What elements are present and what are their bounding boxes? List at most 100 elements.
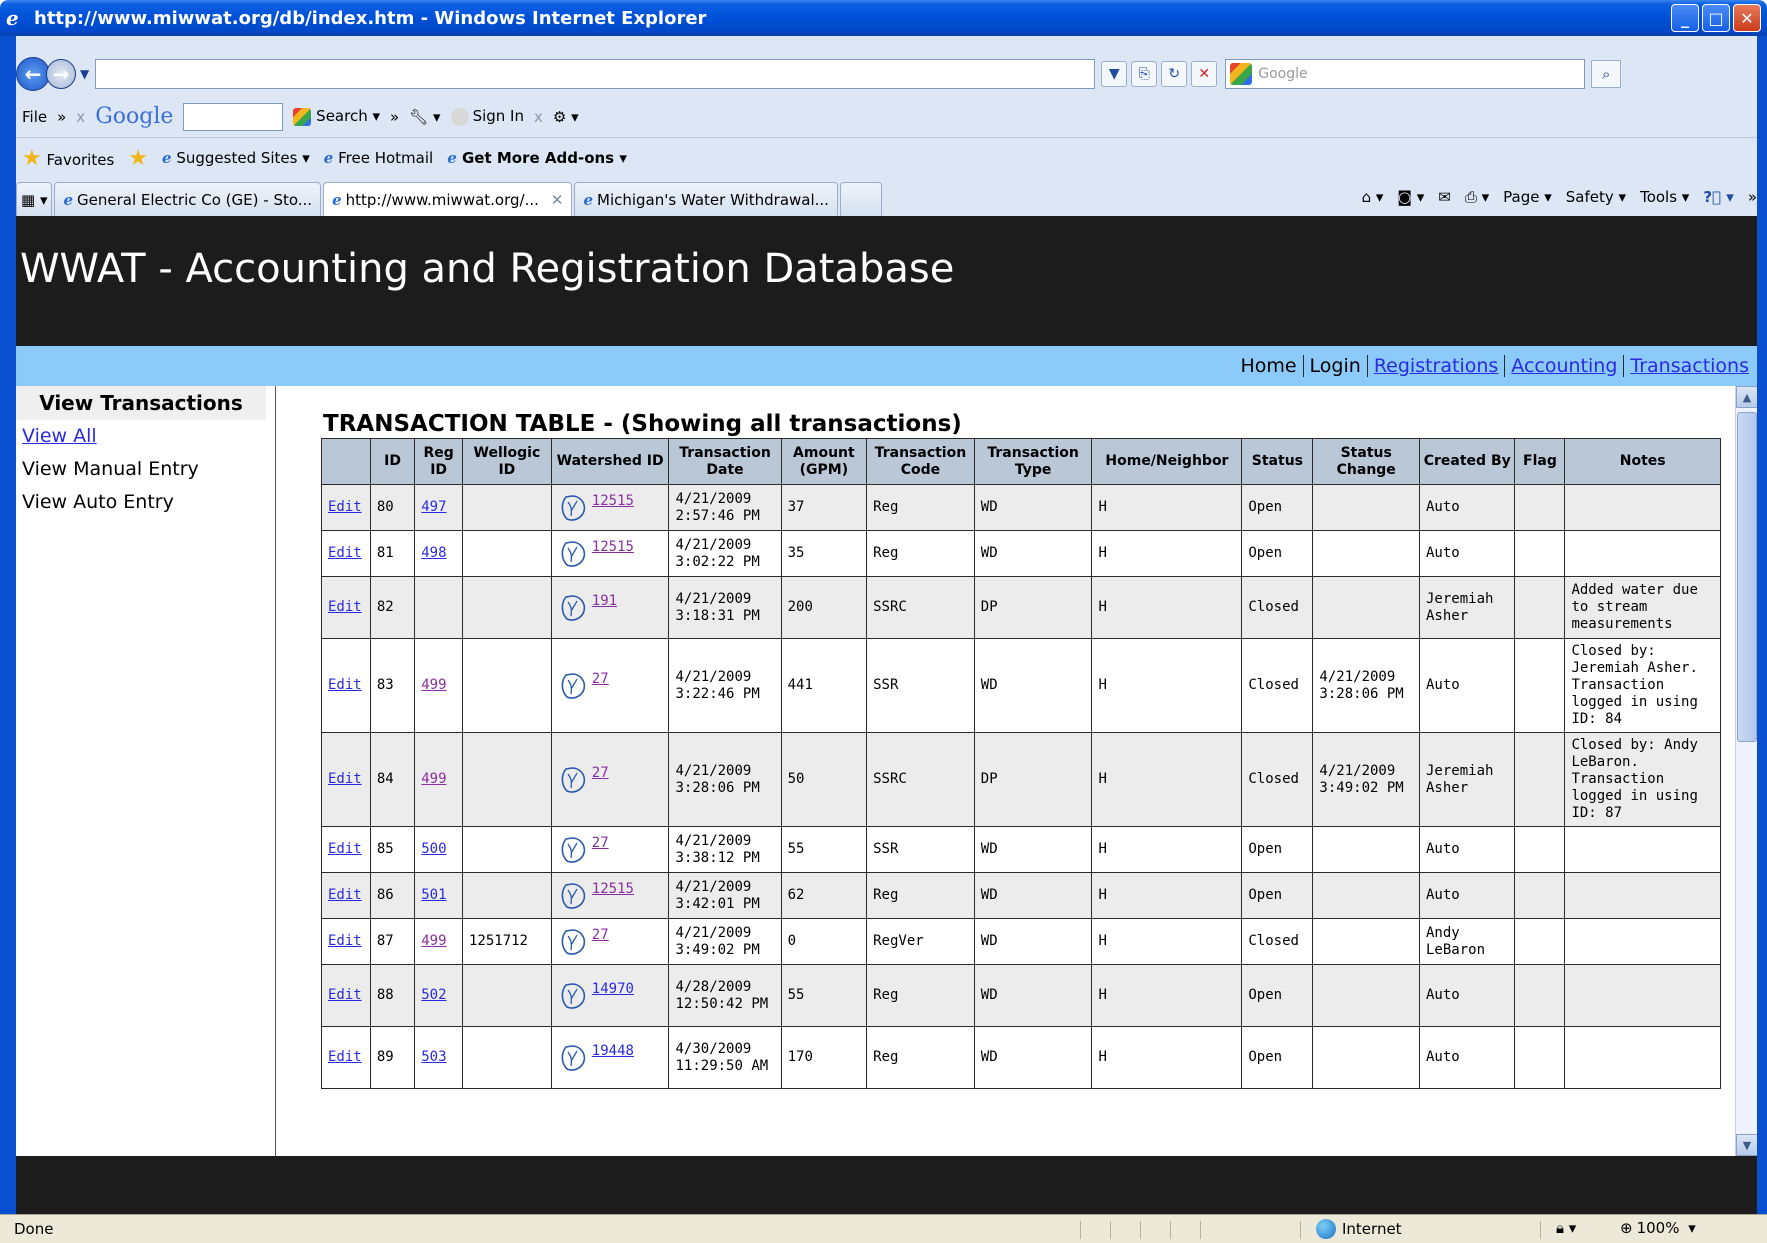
watershed-icon[interactable] — [558, 671, 588, 701]
search-input[interactable]: Google — [1225, 59, 1586, 89]
nav-home[interactable]: Home — [1234, 355, 1302, 377]
reg-id-link[interactable]: 499 — [421, 677, 446, 693]
reg-id-link[interactable]: 498 — [421, 545, 446, 561]
watershed-id-link[interactable]: 19448 — [592, 1043, 634, 1060]
protected-mode-icon[interactable]: 🔒︎ ▾ — [1556, 1219, 1576, 1237]
edit-link[interactable]: Edit — [321, 484, 371, 531]
reg-id-link[interactable]: 500 — [421, 841, 446, 857]
edit-link[interactable]: Edit — [321, 576, 371, 639]
menu-overflow-icon[interactable]: » — [57, 108, 66, 126]
refresh-icon[interactable]: ↻ — [1161, 61, 1188, 87]
history-dropdown-icon[interactable]: ▼ — [80, 67, 89, 81]
sidebar-item-view-auto-entry[interactable]: View Auto Entry — [16, 486, 275, 519]
zoom-control[interactable]: ⊕ 100% ▾ — [1620, 1219, 1696, 1237]
wrench-icon[interactable]: 🔧︎ ▾ — [409, 108, 440, 126]
watershed-id-link[interactable]: 27 — [592, 765, 609, 782]
help-icon[interactable]: ?⃝ ▾ — [1703, 188, 1733, 206]
watershed-icon[interactable] — [558, 981, 588, 1011]
print-icon[interactable]: ⎙ ▾ — [1465, 188, 1489, 206]
page-scrollbar[interactable]: ▲ ▼ — [1735, 386, 1757, 1156]
close-tab-icon[interactable]: ✕ — [551, 191, 564, 209]
nav-login[interactable]: Login — [1302, 355, 1367, 377]
watershed-icon[interactable] — [558, 927, 588, 957]
watershed-id-link[interactable]: 27 — [592, 927, 609, 944]
sidebar-item-view-manual-entry[interactable]: View Manual Entry — [16, 453, 275, 486]
watershed-id-link[interactable]: 14970 — [592, 981, 634, 998]
get-addons-link[interactable]: e Get More Add-ons ▾ — [447, 149, 627, 167]
address-dropdown-icon[interactable]: ▼ — [1101, 61, 1128, 87]
close-toolbar2-icon[interactable]: x — [534, 108, 543, 126]
watershed-id-link[interactable]: 12515 — [592, 539, 634, 556]
addon-icon[interactable]: ⚙︎ ▾ — [553, 108, 579, 126]
tab-michigan-water[interactable]: e Michigan's Water Withdrawal... — [574, 182, 838, 216]
forward-button[interactable]: → — [46, 59, 76, 89]
minimize-button[interactable]: _ — [1671, 4, 1699, 32]
nav-accounting[interactable]: Accounting — [1504, 355, 1623, 377]
suggested-sites-link[interactable]: e Suggested Sites ▾ — [162, 149, 310, 167]
watershed-id-link[interactable]: 191 — [592, 593, 617, 610]
tab-miwwat[interactable]: e http://www.miwwat.org/... ✕ — [323, 182, 573, 216]
page-menu[interactable]: Page ▾ — [1503, 188, 1552, 206]
scroll-down-icon[interactable]: ▼ — [1736, 1134, 1757, 1156]
home-icon[interactable]: ⌂ ▾ — [1362, 188, 1384, 206]
favorites-button[interactable]: ★ Favorites — [22, 146, 114, 171]
stop-icon[interactable]: ✕ — [1191, 61, 1218, 87]
watershed-icon[interactable] — [558, 539, 588, 569]
watershed-id-link[interactable]: 12515 — [592, 493, 634, 510]
close-toolbar-icon[interactable]: x — [76, 108, 85, 126]
security-zone[interactable]: Internet — [1316, 1219, 1402, 1239]
reg-id-link[interactable]: 502 — [421, 987, 446, 1003]
toolbar-overflow-icon[interactable]: » — [390, 108, 399, 126]
cmdbar-overflow-icon[interactable]: » — [1748, 188, 1757, 206]
reg-id-link[interactable]: 499 — [421, 771, 446, 787]
nav-transactions[interactable]: Transactions — [1623, 355, 1755, 377]
watershed-id-link[interactable]: 12515 — [592, 881, 634, 898]
google-search-button[interactable]: Search ▾ — [293, 107, 380, 126]
edit-link[interactable]: Edit — [321, 826, 371, 873]
reg-id-link[interactable]: 501 — [421, 887, 446, 903]
reg-id-link[interactable]: 497 — [421, 499, 446, 515]
safety-menu[interactable]: Safety ▾ — [1566, 188, 1626, 206]
free-hotmail-link[interactable]: e Free Hotmail — [324, 149, 433, 167]
reg-id-link[interactable]: 499 — [421, 933, 446, 949]
edit-link[interactable]: Edit — [321, 964, 371, 1027]
watershed-icon[interactable] — [558, 493, 588, 523]
nav-registrations[interactable]: Registrations — [1366, 355, 1504, 377]
edit-link[interactable]: Edit — [321, 732, 371, 827]
edit-link[interactable]: Edit — [321, 872, 371, 919]
file-menu[interactable]: File — [22, 108, 47, 126]
table-title: TRANSACTION TABLE - (Showing all transac… — [323, 411, 962, 437]
add-favorite-icon[interactable]: ★ — [128, 146, 148, 171]
window-titlebar[interactable]: e http://www.miwwat.org/db/index.htm - W… — [0, 0, 1767, 36]
address-input[interactable] — [95, 59, 1096, 89]
tools-menu[interactable]: Tools ▾ — [1640, 188, 1689, 206]
tab-general-electric[interactable]: e General Electric Co (GE) - Sto... — [54, 182, 322, 216]
reg-id-link[interactable]: 503 — [421, 1049, 446, 1065]
signin-button[interactable]: Sign In — [450, 107, 524, 126]
scroll-thumb[interactable] — [1737, 412, 1757, 742]
watershed-icon[interactable] — [558, 835, 588, 865]
feeds-icon[interactable]: ◙ ▾ — [1397, 188, 1424, 206]
edit-link[interactable]: Edit — [321, 1026, 371, 1089]
watershed-icon[interactable] — [558, 1043, 588, 1073]
back-button[interactable]: ← — [16, 57, 50, 91]
edit-link[interactable]: Edit — [321, 530, 371, 577]
sidebar-item-view-all[interactable]: View All — [16, 420, 275, 453]
maximize-button[interactable]: □ — [1702, 4, 1730, 32]
watershed-id-link[interactable]: 27 — [592, 835, 609, 852]
watershed-icon[interactable] — [558, 765, 588, 795]
new-tab-button[interactable] — [839, 182, 882, 216]
quick-tabs-button[interactable]: ▦ ▾ — [16, 182, 53, 216]
edit-link[interactable]: Edit — [321, 918, 371, 965]
compatibility-view-icon[interactable]: ⎘ — [1131, 61, 1158, 87]
mail-icon[interactable]: ✉ — [1438, 188, 1451, 206]
close-window-button[interactable]: ✕ — [1733, 4, 1761, 32]
watershed-id-link[interactable]: 27 — [592, 671, 609, 688]
scroll-up-icon[interactable]: ▲ — [1736, 386, 1757, 408]
google-toolbar-input[interactable] — [183, 102, 284, 131]
watershed-icon[interactable] — [558, 593, 588, 623]
signin-icon — [450, 107, 469, 126]
search-go-button[interactable]: ⌕ — [1591, 60, 1622, 88]
watershed-icon[interactable] — [558, 881, 588, 911]
edit-link[interactable]: Edit — [321, 638, 371, 733]
